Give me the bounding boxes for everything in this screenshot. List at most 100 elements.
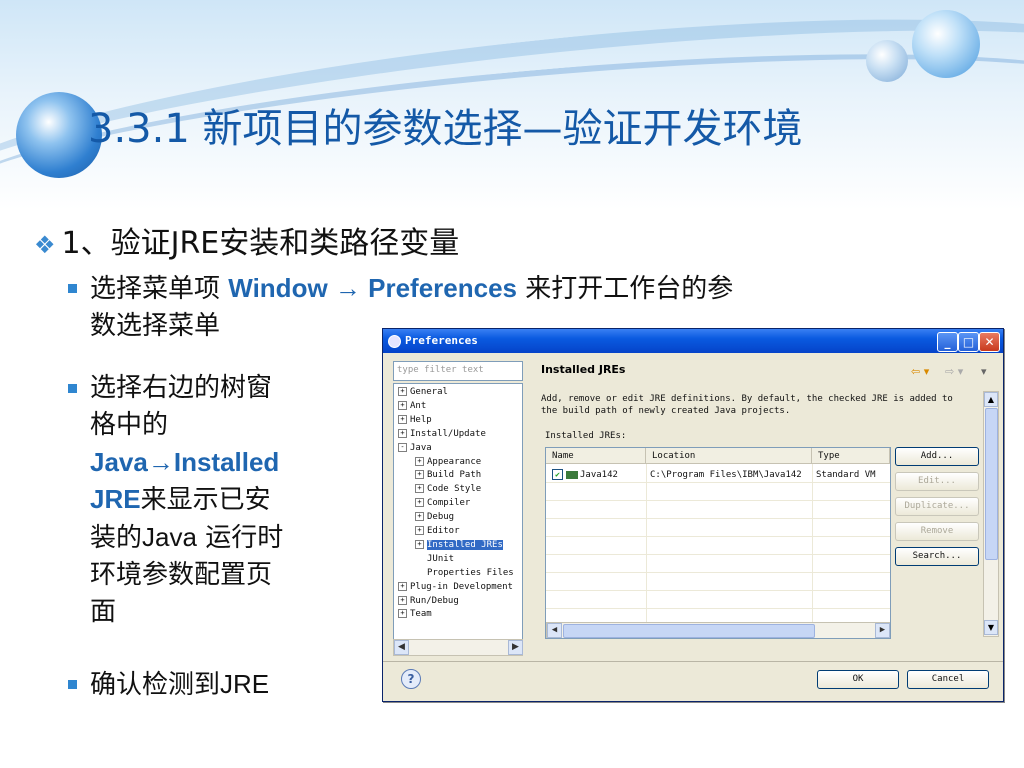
expand-icon[interactable]: + bbox=[415, 498, 424, 508]
sub2-line7: 面 bbox=[90, 597, 117, 627]
tree-item[interactable]: + Appearance bbox=[415, 456, 481, 469]
tree-item[interactable]: + Code Style bbox=[415, 483, 481, 496]
sub2-line1: 选择右边的树窗 bbox=[90, 373, 273, 403]
preferences-dialog: Preferences _ □ ✕ type filter text + Gene… bbox=[382, 328, 1004, 702]
tree-item[interactable]: + Installed JREs bbox=[415, 539, 503, 552]
tree-item[interactable]: + Run/Debug bbox=[398, 595, 459, 608]
tree-item-label: Properties Files bbox=[427, 567, 514, 578]
tree-item[interactable]: + Compiler bbox=[415, 497, 470, 510]
expand-icon[interactable]: + bbox=[415, 470, 424, 480]
tree-item-label: Run/Debug bbox=[410, 595, 459, 606]
slide-title: 3.3.1 新项目的参数选择—验证开发环境 bbox=[88, 106, 803, 152]
ok-button[interactable]: OK bbox=[817, 670, 899, 689]
expand-icon[interactable]: + bbox=[398, 414, 407, 424]
tree-item[interactable]: Properties Files bbox=[415, 567, 514, 580]
col-type-header[interactable]: Type bbox=[812, 448, 890, 464]
expand-icon[interactable]: + bbox=[415, 539, 424, 549]
tree-item-label: Ant bbox=[410, 400, 427, 411]
footer-divider bbox=[383, 661, 1003, 662]
tree-item[interactable]: - Java bbox=[398, 442, 432, 455]
square-bullet-icon bbox=[68, 384, 77, 393]
expand-icon[interactable]: + bbox=[398, 609, 407, 619]
scroll-right-icon[interactable]: ▶ bbox=[875, 623, 890, 638]
scroll-right-icon[interactable]: ▶ bbox=[508, 640, 523, 655]
sub1-text: 选择菜单项 bbox=[90, 274, 229, 304]
sub-bullet-3: 确认检测到JRE bbox=[68, 666, 370, 704]
minimize-button[interactable]: _ bbox=[937, 332, 958, 352]
scroll-up-icon[interactable]: ▲ bbox=[984, 392, 998, 407]
forward-arrow-icon[interactable]: ⇨ ▾ bbox=[945, 365, 963, 378]
expand-icon[interactable]: + bbox=[398, 595, 407, 605]
scroll-down-icon[interactable]: ▼ bbox=[984, 620, 998, 635]
search-button[interactable]: Search... bbox=[895, 547, 979, 566]
edit-button[interactable]: Edit... bbox=[895, 472, 979, 491]
collapse-icon[interactable]: - bbox=[398, 442, 407, 452]
tree-item[interactable]: + Debug bbox=[415, 511, 454, 524]
tree-item[interactable]: + Install/Update bbox=[398, 428, 486, 441]
expand-icon[interactable]: + bbox=[398, 428, 407, 438]
tree-item-label: Help bbox=[410, 414, 432, 425]
duplicate-button[interactable]: Duplicate... bbox=[895, 497, 979, 516]
panel-vscrollbar[interactable]: ▲ ▼ bbox=[983, 391, 999, 637]
view-menu-icon[interactable]: ▾ bbox=[981, 365, 987, 378]
jre-location: C:\Program Files\IBM\Java142 bbox=[650, 470, 802, 480]
expand-icon[interactable]: + bbox=[415, 456, 424, 466]
sub-bullet-2: 选择右边的树窗 格中的 Java→Installed JRE来显示已安 装的Ja… bbox=[68, 370, 370, 631]
sub2-line2: 格中的 bbox=[90, 410, 169, 440]
sub2-line5c: 运行时 bbox=[196, 523, 284, 553]
col-location-header[interactable]: Location bbox=[646, 448, 812, 464]
sub2-jre: JRE bbox=[90, 484, 141, 514]
scroll-left-icon[interactable]: ◀ bbox=[547, 623, 562, 638]
tree-item[interactable]: + Ant bbox=[398, 400, 426, 413]
sub2-line4: 来显示已安 bbox=[140, 485, 271, 515]
maximize-button[interactable]: □ bbox=[958, 332, 979, 352]
tree-item[interactable]: JUnit bbox=[415, 553, 454, 566]
tree-item[interactable]: + Build Path bbox=[415, 469, 481, 482]
expand-icon[interactable]: + bbox=[415, 512, 424, 522]
jre-table[interactable]: Name Location Type ✔ Java142 C:\Program F… bbox=[545, 447, 891, 639]
jre-name: Java142 bbox=[580, 470, 618, 480]
expand-icon[interactable]: + bbox=[398, 400, 407, 410]
checkbox-checked-icon[interactable]: ✔ bbox=[552, 469, 563, 480]
tree-item[interactable]: + Help bbox=[398, 414, 432, 427]
add-button[interactable]: Add... bbox=[895, 447, 979, 466]
scroll-left-icon[interactable]: ◀ bbox=[394, 640, 409, 655]
col-name-header[interactable]: Name bbox=[546, 448, 646, 464]
tree-item-label: Appearance bbox=[427, 456, 482, 467]
expand-icon[interactable]: + bbox=[415, 526, 424, 535]
square-bullet-icon bbox=[68, 680, 77, 689]
table-hscrollbar[interactable]: ◀ ▶ bbox=[546, 622, 890, 638]
tree-item-label: Plug-in Development bbox=[410, 581, 513, 592]
tree-item[interactable]: + Editor bbox=[415, 525, 460, 538]
expand-icon[interactable]: + bbox=[415, 484, 424, 494]
diamond-bullet-icon: ❖ bbox=[34, 231, 56, 259]
tree-hscrollbar[interactable]: ◀ ▶ bbox=[393, 639, 523, 656]
tree-item[interactable]: + Plug-in Development bbox=[398, 581, 513, 594]
grid-line bbox=[646, 464, 647, 624]
expand-icon[interactable]: + bbox=[398, 387, 407, 396]
filter-input[interactable]: type filter text bbox=[393, 361, 523, 381]
close-button[interactable]: ✕ bbox=[979, 332, 1000, 352]
cancel-button[interactable]: Cancel bbox=[907, 670, 989, 689]
scroll-thumb[interactable] bbox=[563, 624, 815, 638]
tree-item[interactable]: + Team bbox=[398, 608, 432, 621]
grid-line bbox=[812, 464, 813, 624]
preferences-tree[interactable]: + General + Ant + Help + Install/Update - Java + Ap… bbox=[393, 383, 523, 643]
eclipse-icon bbox=[388, 335, 401, 348]
expand-icon[interactable]: + bbox=[398, 581, 407, 591]
remove-button[interactable]: Remove bbox=[895, 522, 979, 541]
back-arrow-icon[interactable]: ⇦ ▾ bbox=[911, 365, 929, 378]
table-row-name[interactable]: ✔ Java142 bbox=[552, 468, 618, 482]
scroll-thumb[interactable] bbox=[985, 408, 998, 560]
tree-item-label: JUnit bbox=[427, 553, 455, 564]
installed-jres-label: Installed JREs: bbox=[545, 431, 627, 441]
tree-item-label: Team bbox=[410, 609, 432, 620]
tree-item-label: Java bbox=[410, 442, 432, 453]
tree-item-label: Install/Update bbox=[410, 428, 486, 439]
tree-item[interactable]: + General bbox=[398, 386, 448, 399]
sub1-text-tail: 来打开工作台的参 bbox=[517, 274, 734, 304]
bullet-main: ❖ 1、验证JRE安装和类路径变量 bbox=[34, 218, 459, 262]
panel-description: Add, remove or edit JRE definitions. By … bbox=[541, 393, 971, 417]
tree-item-label: Installed JREs bbox=[427, 539, 503, 550]
help-icon[interactable]: ? bbox=[401, 669, 421, 689]
